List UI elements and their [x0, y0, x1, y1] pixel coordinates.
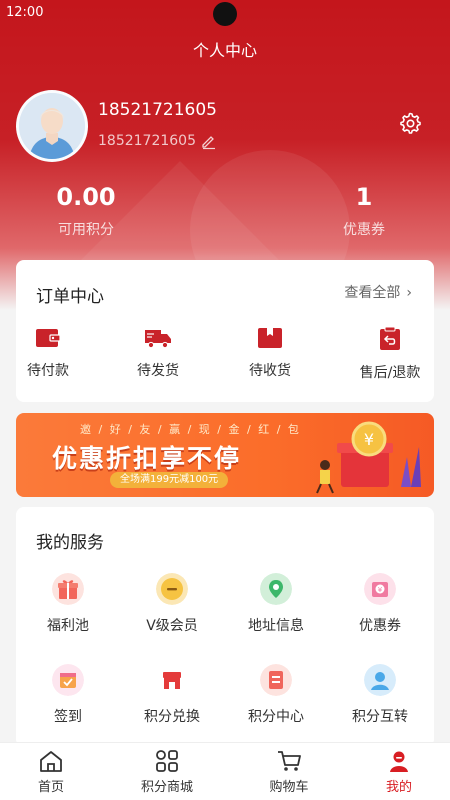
- service-check-in[interactable]: 签到: [18, 664, 118, 726]
- service-address-info[interactable]: 地址信息: [226, 573, 326, 635]
- svg-text:¥: ¥: [378, 586, 383, 594]
- order-item-label: 售后/退款: [359, 365, 421, 381]
- gift-icon: [52, 573, 84, 605]
- order-item-label: 待付款: [27, 363, 69, 379]
- banner-invite-text: 邀 / 好 / 友 / 赢 / 现 / 金 / 红 / 包: [80, 423, 301, 436]
- order-after-sales[interactable]: 售后/退款: [340, 326, 440, 382]
- my-services-card: 我的服务 福利池 V级会员 地址信息 ¥ 优惠券 签到 积分兑换 积分中心 积分…: [16, 507, 434, 747]
- svg-text:¥: ¥: [364, 430, 374, 449]
- coupon-label: 优惠券: [343, 222, 385, 238]
- points-label: 可用积分: [58, 222, 114, 238]
- tab-label: 我的: [385, 780, 412, 795]
- service-points-center[interactable]: 积分中心: [226, 664, 326, 726]
- view-all-orders-link[interactable]: 查看全部 ›: [344, 282, 412, 302]
- tab-points-mall[interactable]: 积分商城: [122, 749, 212, 795]
- service-points-exchange[interactable]: 积分兑换: [122, 664, 222, 726]
- order-center-title: 订单中心: [36, 287, 104, 307]
- calendar-check-icon: [52, 664, 84, 696]
- cart-icon: [278, 751, 301, 771]
- order-pending-payment[interactable]: 待付款: [0, 326, 98, 380]
- chevron-right-icon: ›: [406, 285, 412, 301]
- service-vip-member[interactable]: V级会员: [122, 573, 222, 635]
- service-label: 签到: [54, 709, 82, 725]
- user-icon: [390, 751, 408, 772]
- view-all-label: 查看全部: [344, 285, 401, 301]
- service-label: 积分中心: [248, 709, 304, 725]
- points-stat[interactable]: 0.00 可用积分: [26, 183, 146, 239]
- username: 18521721605: [98, 100, 217, 120]
- coupon-stat[interactable]: 1 优惠券: [304, 183, 424, 239]
- coupon-icon: ¥: [364, 573, 396, 605]
- tab-cart[interactable]: 购物车: [244, 749, 334, 795]
- services-title: 我的服务: [36, 533, 104, 553]
- shop-icon: [156, 664, 188, 696]
- truck-icon: [145, 330, 171, 349]
- order-item-label: 待收货: [249, 363, 291, 379]
- order-pending-receipt[interactable]: 待收货: [220, 326, 320, 380]
- order-pending-shipment[interactable]: 待发货: [108, 326, 208, 380]
- service-label: V级会员: [146, 618, 198, 634]
- status-bar: 12:00: [0, 0, 450, 26]
- points-value: 0.00: [56, 183, 116, 211]
- service-coupons[interactable]: ¥ 优惠券: [330, 573, 430, 635]
- order-center-card: 订单中心 查看全部 › 待付款 待发货 待收货 售后/退款: [16, 260, 434, 402]
- promo-banner[interactable]: 邀 / 好 / 友 / 赢 / 现 / 金 / 红 / 包 优惠折扣享不停 全场…: [16, 413, 434, 497]
- bottom-tab-bar: 首页 积分商城 购物车 我的: [0, 742, 450, 800]
- status-time: 12:00: [6, 5, 44, 20]
- service-label: 福利池: [47, 618, 89, 634]
- banner-headline: 优惠折扣享不停: [52, 444, 242, 473]
- avatar[interactable]: [16, 90, 88, 162]
- service-points-transfer[interactable]: 积分互转: [330, 664, 430, 726]
- service-label: 优惠券: [359, 618, 401, 634]
- service-label: 积分兑换: [144, 709, 200, 725]
- location-pin-icon: [260, 573, 292, 605]
- home-icon: [40, 751, 62, 772]
- banner-promo-tag: 全场满199元减100元: [110, 472, 229, 488]
- document-icon: [260, 664, 292, 696]
- page-title: 个人中心: [192, 41, 257, 60]
- return-icon: [380, 326, 400, 350]
- tab-home[interactable]: 首页: [6, 749, 96, 795]
- grid-icon: [156, 750, 178, 772]
- wallet-icon: [36, 329, 61, 347]
- vip-badge-icon: [156, 573, 188, 605]
- edit-icon[interactable]: [200, 132, 218, 150]
- tab-label: 积分商城: [140, 780, 193, 795]
- order-item-label: 待发货: [137, 363, 179, 379]
- gift-box-illustration: ¥: [316, 421, 421, 494]
- gear-icon[interactable]: [398, 111, 422, 135]
- box-icon: [258, 328, 282, 348]
- tab-label: 购物车: [269, 780, 309, 795]
- tab-label: 首页: [37, 780, 64, 795]
- user-phone: 18521721605: [98, 133, 196, 149]
- camera-cutout: [213, 2, 237, 26]
- coupon-count: 1: [355, 183, 373, 211]
- service-label: 积分互转: [352, 709, 408, 725]
- tab-mine[interactable]: 我的: [354, 749, 444, 795]
- service-label: 地址信息: [248, 618, 304, 634]
- service-welfare-pool[interactable]: 福利池: [18, 573, 118, 635]
- transfer-avatar-icon: [364, 664, 396, 696]
